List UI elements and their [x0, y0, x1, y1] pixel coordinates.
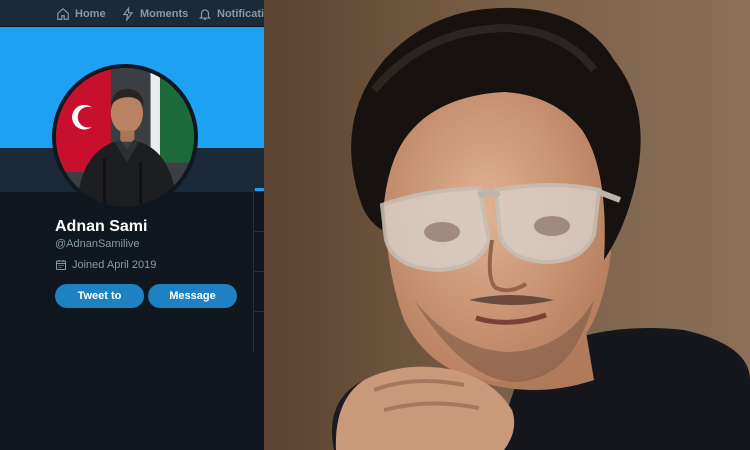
- nav-notifications-label: Notifications: [217, 7, 264, 20]
- profile-joined-label: Joined April 2019: [72, 259, 157, 271]
- portrait-illustration: [264, 0, 750, 450]
- nav-home-label: Home: [75, 7, 106, 20]
- bell-icon: [198, 8, 212, 20]
- profile-avatar[interactable]: [52, 64, 198, 210]
- twitter-profile-screenshot: Home Moments Notifications: [0, 0, 264, 450]
- message-button[interactable]: Message: [148, 284, 237, 308]
- avatar-photo: [56, 68, 194, 206]
- home-icon: [57, 7, 69, 20]
- calendar-icon: [56, 260, 66, 270]
- profile-display-name: Adnan Sami: [55, 218, 148, 235]
- top-navigation: Home Moments Notifications: [0, 0, 264, 27]
- nav-moments-label: Moments: [140, 7, 189, 20]
- nav-notifications[interactable]: Notifications: [198, 0, 264, 27]
- portrait-photo: [264, 0, 750, 450]
- profile-joined: Joined April 2019: [55, 259, 156, 271]
- tweet-to-button[interactable]: Tweet to: [55, 284, 144, 308]
- profile-handle: @AdnanSamilive: [55, 238, 140, 250]
- timeline-dividers: [253, 192, 264, 352]
- lightning-icon: [122, 6, 134, 21]
- nav-home[interactable]: Home: [56, 0, 106, 27]
- nav-moments[interactable]: Moments: [121, 0, 188, 27]
- active-tab-indicator: [255, 188, 264, 191]
